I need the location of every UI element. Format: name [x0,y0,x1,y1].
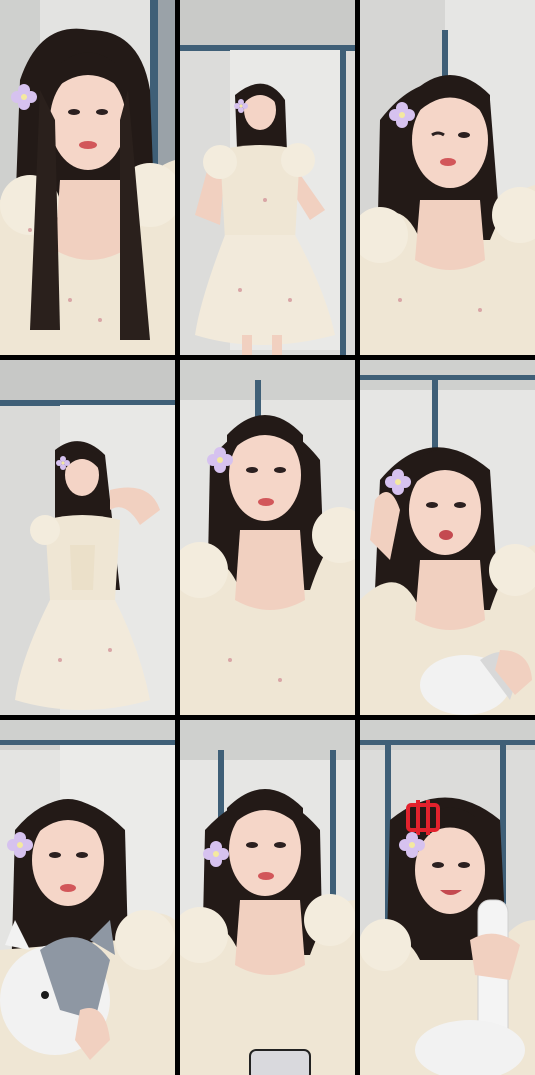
photo-tile-8 [180,720,355,1075]
photo-tile-7 [0,720,175,1075]
photo-tile-3 [360,0,535,355]
photo-tile-9 [360,720,535,1075]
photo-collage-grid [0,0,535,1075]
photo-tile-5 [180,360,355,715]
photo-tile-4 [0,360,175,715]
photo-tile-1 [0,0,175,355]
photo-tile-6 [360,360,535,715]
photo-tile-2 [180,0,355,355]
